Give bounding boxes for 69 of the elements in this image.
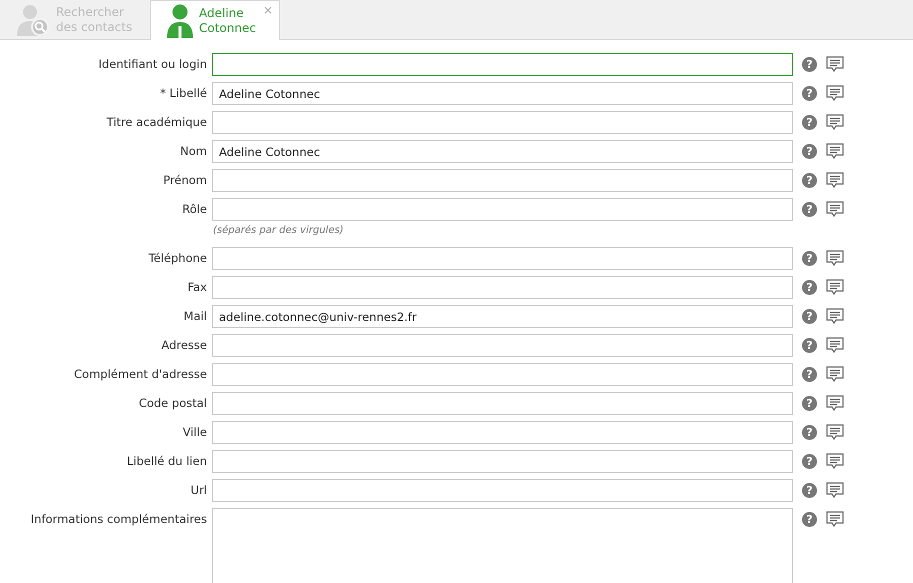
help-icon[interactable]: ? [802,86,817,101]
input-field[interactable] [212,421,793,444]
comment-icon[interactable] [826,250,844,267]
comment-icon[interactable] [826,56,844,73]
comment-icon[interactable] [826,279,844,296]
field-label: Fax [186,279,208,296]
comment-icon[interactable] [826,482,844,499]
comment-icon[interactable] [826,308,844,325]
comment-icon[interactable] [826,85,844,102]
field-label: Complément d'adresse [73,366,208,383]
input-field[interactable] [212,450,793,473]
input-field[interactable] [212,247,793,270]
input-field[interactable] [212,53,793,76]
close-icon[interactable]: × [262,3,273,18]
comment-icon[interactable] [826,424,844,441]
input-field[interactable] [212,479,793,502]
input-field[interactable] [212,111,793,134]
help-icon[interactable]: ? [802,251,817,266]
field-label: Nom [179,143,208,160]
contact-search-icon [16,4,50,36]
field-hint: (séparés par des virgules) [212,224,345,238]
field-label: Titre académique [106,114,208,131]
comment-icon[interactable] [826,114,844,131]
field-label: Téléphone [148,250,208,267]
help-icon[interactable]: ? [802,338,817,353]
help-icon[interactable]: ? [802,144,817,159]
comment-icon[interactable] [826,453,844,470]
input-field[interactable] [212,169,793,192]
tab-label: Adeline Cotonnec [199,6,257,36]
comment-icon[interactable] [826,511,844,528]
field-label: Informations complémentaires [30,511,208,528]
field-label: Code postal [138,395,208,412]
field-label: * Libellé [159,85,208,102]
comment-icon[interactable] [826,143,844,160]
input-field[interactable] [212,363,793,386]
help-icon[interactable]: ? [802,396,817,411]
help-icon[interactable]: ? [802,202,817,217]
field-label: Url [190,482,208,499]
input-field[interactable] [212,198,793,221]
input-field[interactable]: adeline.cotonnec@univ-rennes2.fr [212,305,793,328]
help-icon[interactable]: ? [802,309,817,324]
field-label: Rôle [181,201,208,218]
help-icon[interactable]: ? [802,483,817,498]
input-field[interactable] [212,334,793,357]
field-label: Libellé du lien [126,453,208,470]
help-icon[interactable]: ? [802,115,817,130]
help-icon[interactable]: ? [802,57,817,72]
help-icon[interactable]: ? [802,425,817,440]
input-field[interactable]: Adeline Cotonnec [212,140,793,163]
input-field[interactable] [212,276,793,299]
field-label: Prénom [162,172,208,189]
help-icon[interactable]: ? [802,454,817,469]
field-label: Adresse [160,337,208,354]
person-icon [167,4,193,38]
help-icon[interactable]: ? [802,173,817,188]
comment-icon[interactable] [826,366,844,383]
help-icon[interactable]: ? [802,280,817,295]
tab[interactable]: Adeline Cotonnec × [150,0,280,40]
comment-icon[interactable] [826,337,844,354]
field-label: Mail [182,308,208,325]
help-icon[interactable]: ? [802,512,817,527]
help-icon[interactable]: ? [802,367,817,382]
field-label: Identifiant ou login [98,56,208,73]
comment-icon[interactable] [826,172,844,189]
input-field[interactable]: Adeline Cotonnec [212,82,793,105]
field-label: Ville [182,424,208,441]
comment-icon[interactable] [826,201,844,218]
input-field[interactable] [212,392,793,415]
comment-icon[interactable] [826,395,844,412]
